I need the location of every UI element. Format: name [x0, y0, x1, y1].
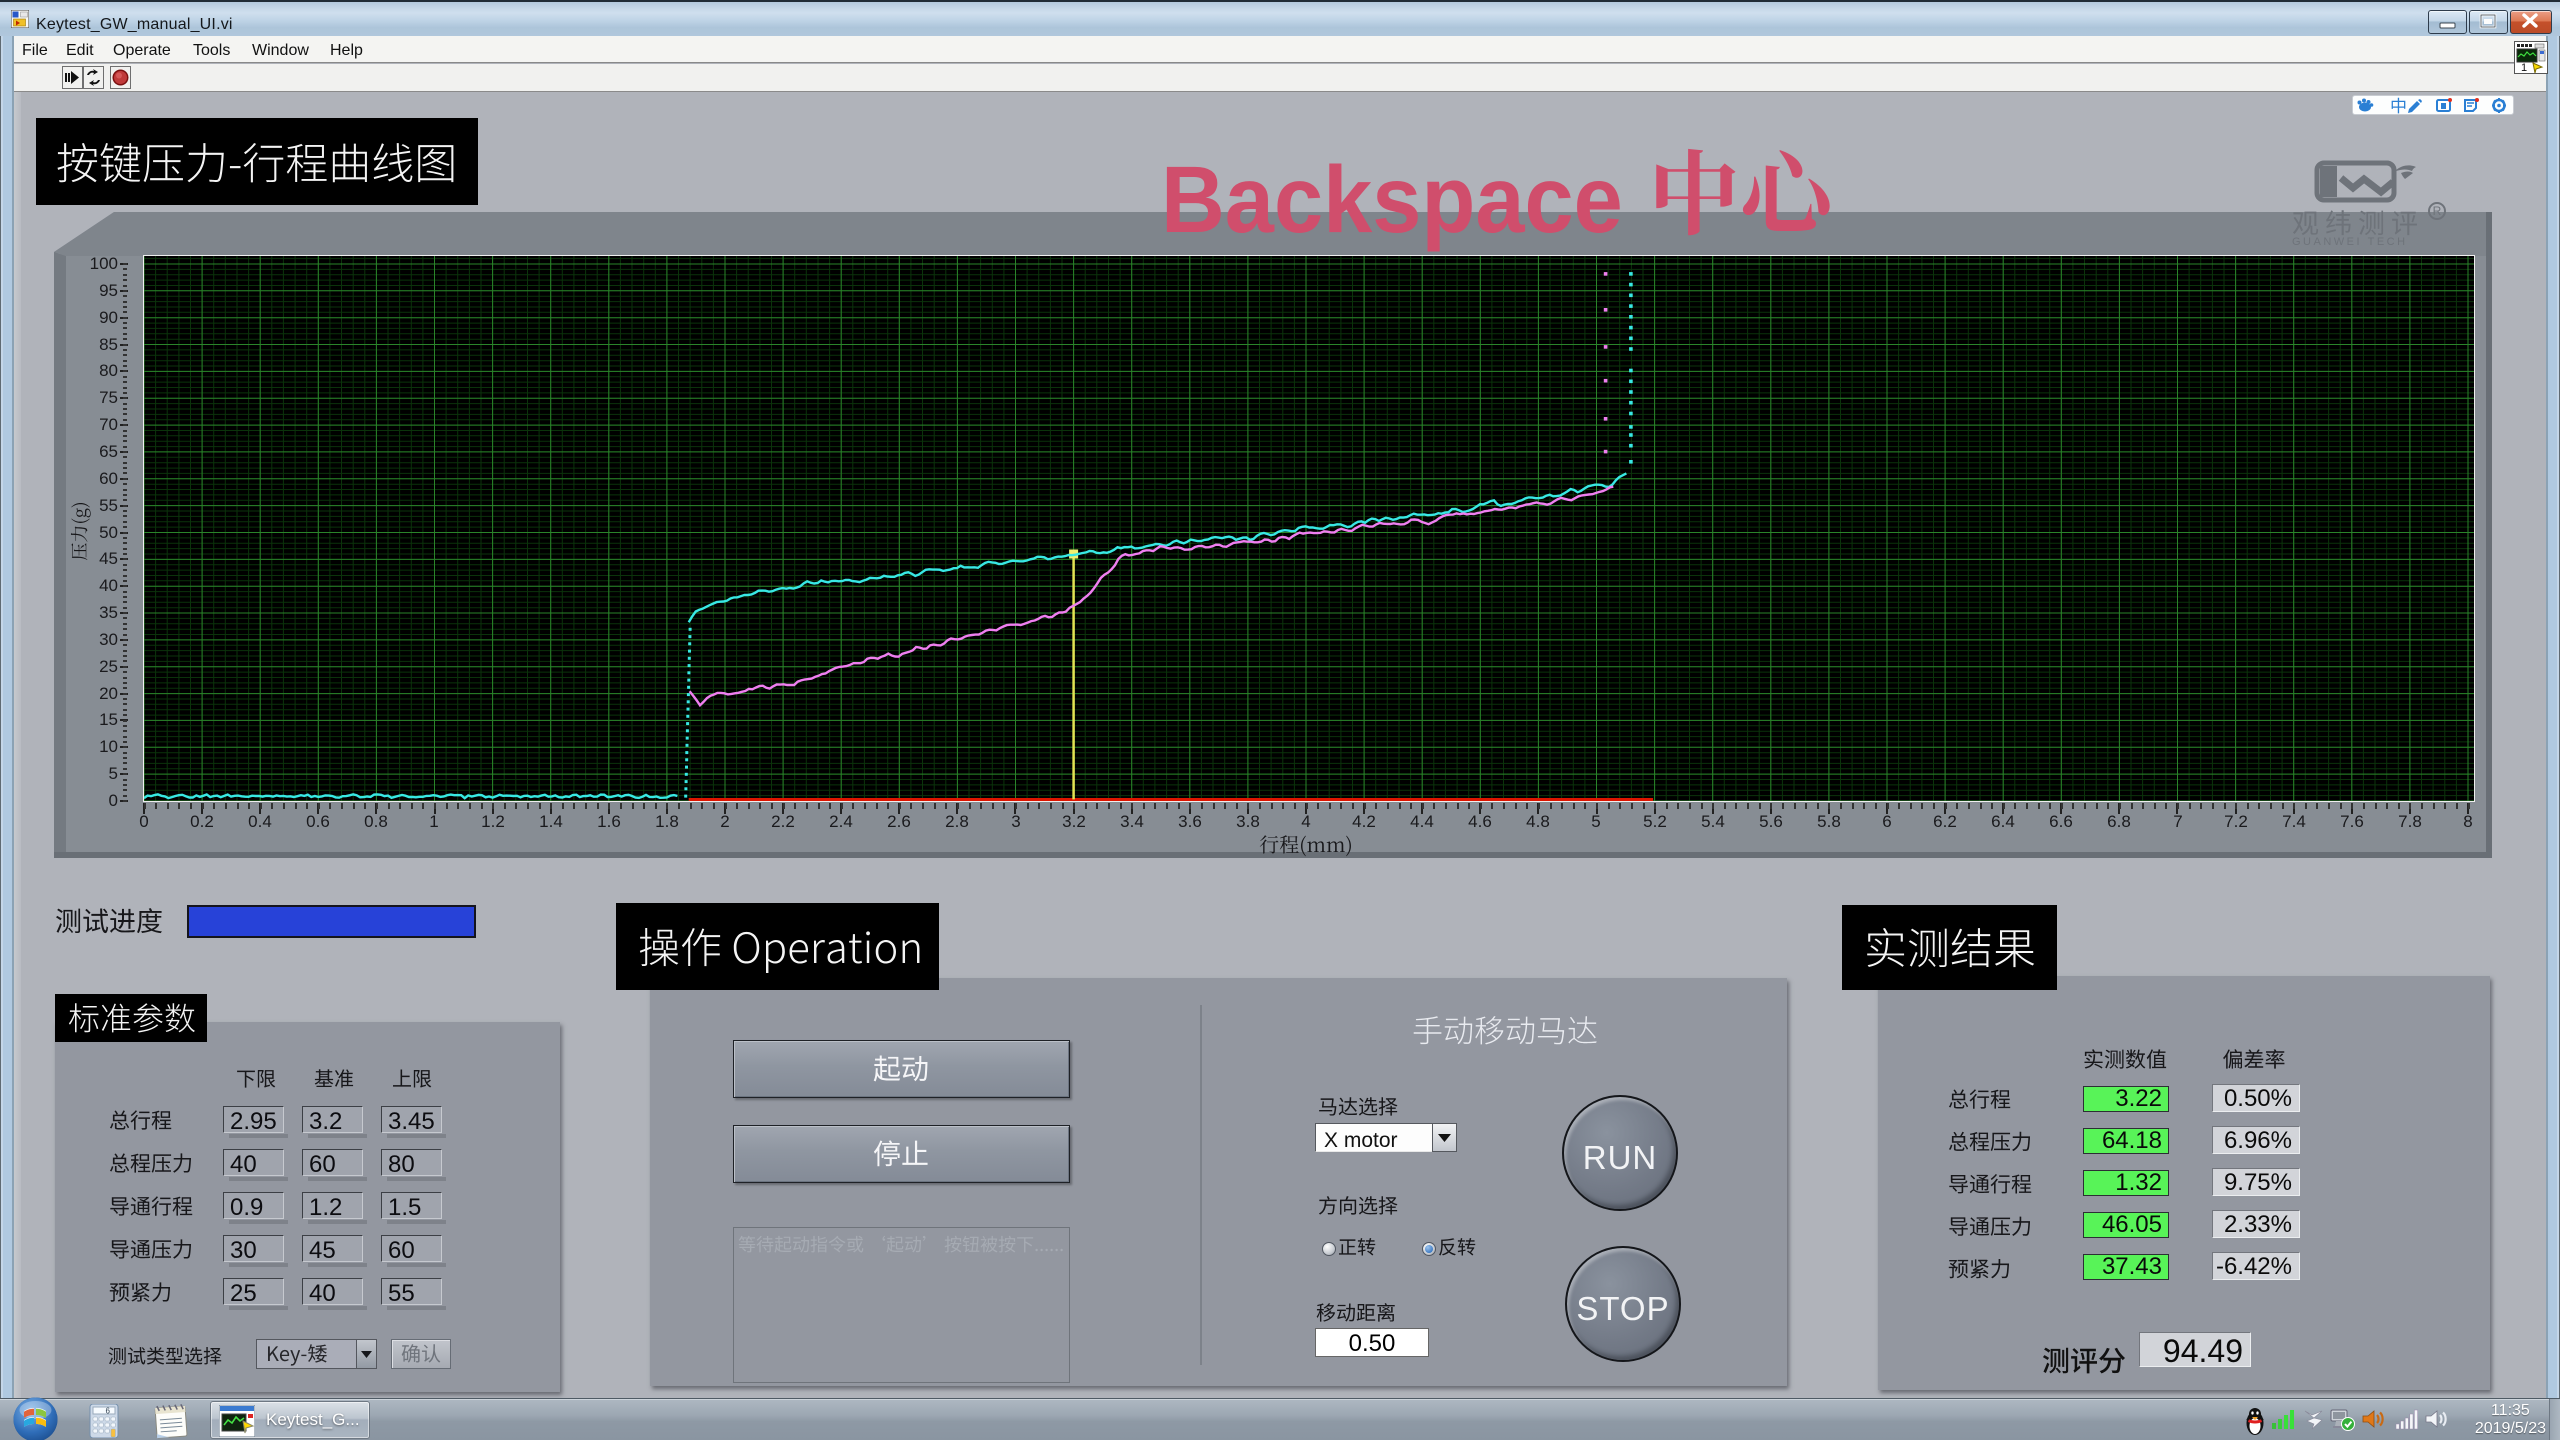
svg-text:6: 6: [106, 1407, 111, 1416]
svg-text:1: 1: [2521, 62, 2527, 74]
